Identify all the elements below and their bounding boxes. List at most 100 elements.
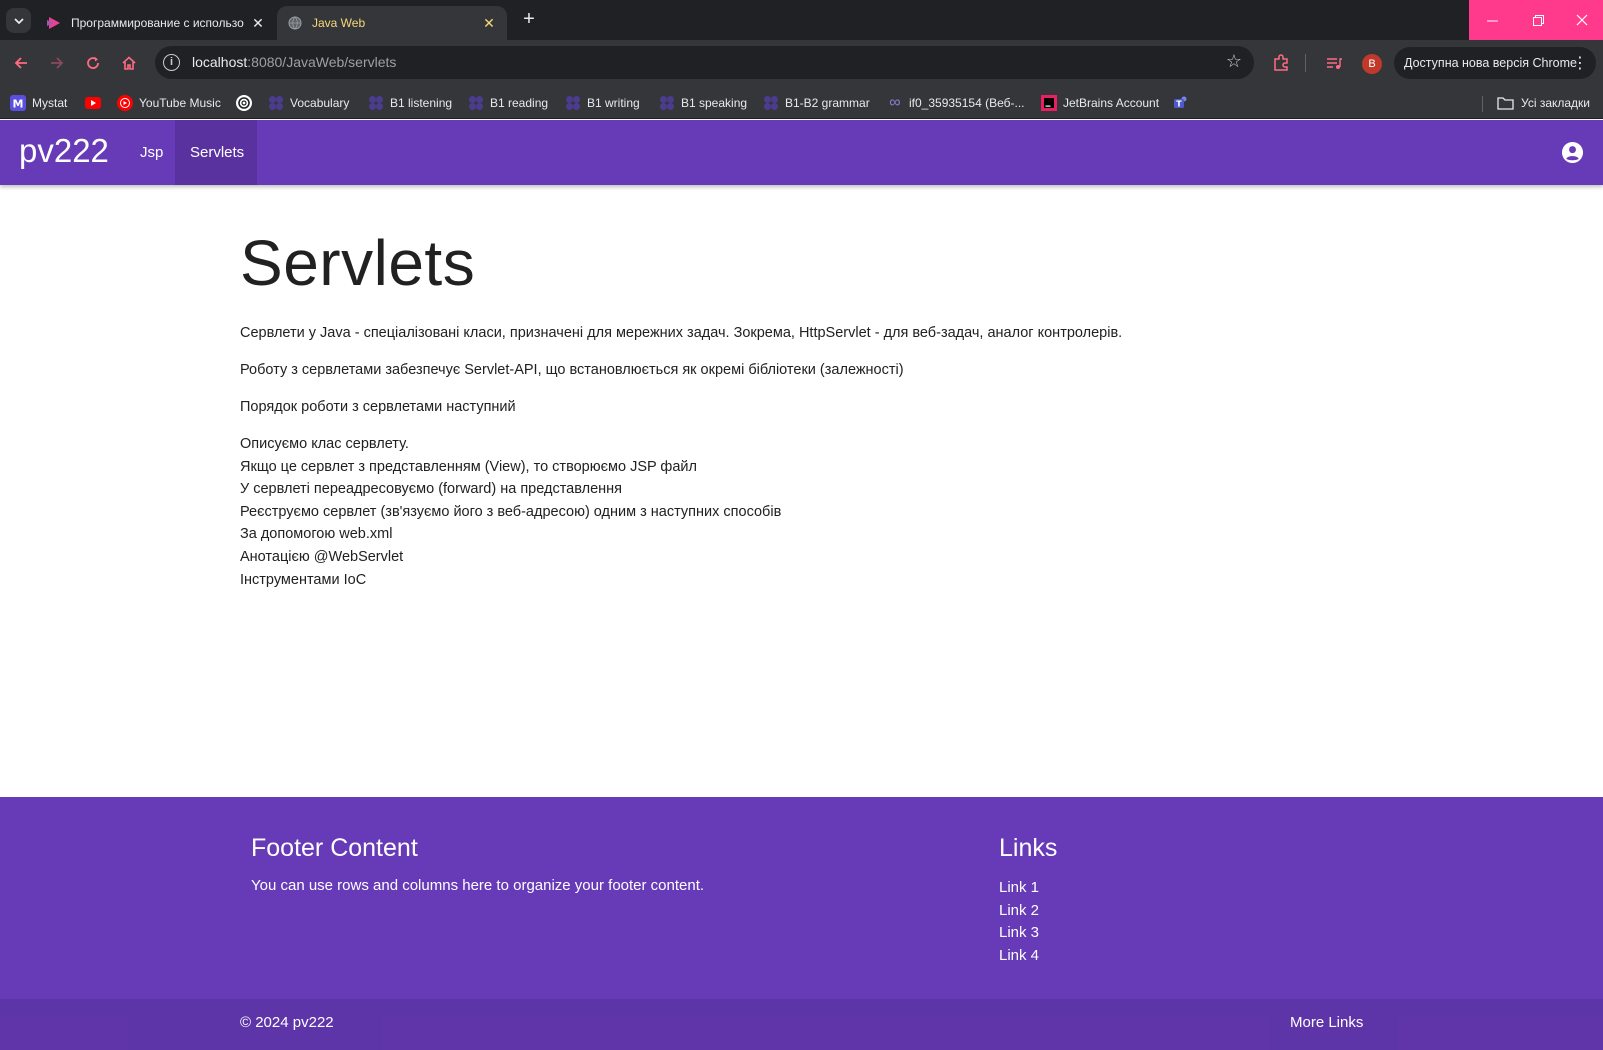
bookmark-item[interactable]: B1 reading <box>468 93 548 113</box>
home-button[interactable] <box>117 51 141 75</box>
back-button[interactable] <box>9 51 33 75</box>
close-icon <box>1576 14 1588 26</box>
teams-dots-icon <box>659 95 675 111</box>
bookmark-item[interactable]: B1-B2 grammar <box>763 93 870 113</box>
site-brand[interactable]: pv222 <box>19 132 109 170</box>
bookmark-label: Mystat <box>32 96 68 110</box>
step-item: Якщо це сервлет з представленням (View),… <box>240 458 697 475</box>
teams-dots-icon <box>468 95 484 111</box>
site-info-icon[interactable]: i <box>163 54 180 71</box>
bookmark-label: YouTube Music <box>139 96 221 110</box>
teams-dots-icon <box>368 95 384 111</box>
bookmark-item[interactable]: B1 speaking <box>659 93 747 113</box>
bookmark-item[interactable]: M Mystat <box>10 93 67 113</box>
media-button[interactable] <box>1323 52 1345 74</box>
bookmark-label: JetBrains Account <box>1063 96 1160 110</box>
steps-list: Описуємо клас сервлету. Якщо це сервлет … <box>240 433 1340 591</box>
bookmark-item[interactable]: B1 writing <box>565 93 640 113</box>
bookmark-star-icon[interactable]: ☆ <box>1226 51 1242 72</box>
footer-content-title: Footer Content <box>251 834 418 862</box>
workflow-paragraph: Порядок роботи з сервлетами наступний <box>240 399 516 415</box>
close-icon[interactable]: ✕ <box>481 15 497 31</box>
youtube-music-icon <box>117 95 133 111</box>
all-bookmarks-button[interactable]: Усі закладки <box>1497 93 1590 113</box>
bookmark-item[interactable]: B1 listening <box>368 93 452 113</box>
new-tab-button[interactable]: + <box>515 8 543 32</box>
bookmark-item[interactable] <box>85 93 107 113</box>
bookmark-item[interactable]: JetBrains Account <box>1041 93 1159 113</box>
media-queue-icon <box>1327 58 1342 69</box>
bookmark-label: Vocabulary <box>290 96 350 110</box>
arrow-left-icon <box>14 57 27 69</box>
bookmark-item[interactable]: ∞ if0_35935154 (Веб-... <box>887 93 1024 113</box>
minimize-button[interactable] <box>1469 0 1515 40</box>
youtube-icon <box>85 95 101 111</box>
restore-button[interactable] <box>1515 0 1561 40</box>
arrow-right-icon <box>51 57 64 69</box>
footer-links-title: Links <box>999 834 1058 862</box>
step-item: Описуємо клас сервлету. <box>240 436 409 452</box>
site-navbar: pv222 Jsp Servlets <box>0 120 1603 185</box>
footer-link[interactable]: Link 1 <box>999 877 1039 900</box>
browser-tabstrip: Программирование с использо ✕ Java Web ✕… <box>0 0 1603 40</box>
more-vert-icon[interactable]: ⋮ <box>1572 53 1588 73</box>
teams-dots-icon <box>565 95 581 111</box>
nav-link-servlets[interactable]: Servlets <box>175 120 257 185</box>
toolbar-divider <box>1305 54 1306 72</box>
footer-copyright-bar: © 2024 pv222 More Links <box>0 999 1603 1050</box>
intro-paragraph: Сервлети у Java - спеціалізовані класи, … <box>240 325 1123 341</box>
step-item: Реєструємо сервлет (зв'язуємо його з веб… <box>240 503 782 520</box>
update-label: Доступна нова версія Chrome <box>1404 56 1577 70</box>
close-window-button[interactable] <box>1561 0 1603 40</box>
page-title: Servlets <box>240 227 476 299</box>
step-item: Анотацією @WebServlet <box>240 548 404 565</box>
bookmark-item[interactable]: Vocabulary <box>268 93 349 113</box>
forward-button[interactable] <box>45 51 69 75</box>
globe-icon <box>287 15 303 31</box>
address-url[interactable]: localhost:8080/JavaWeb/servlets <box>192 54 396 70</box>
url-host: localhost <box>192 54 248 70</box>
url-path: :8080/JavaWeb/servlets <box>247 54 397 70</box>
footer-link[interactable]: Link 2 <box>999 900 1039 923</box>
profile-avatar[interactable]: B <box>1362 54 1382 74</box>
browser-tab-active[interactable]: Java Web ✕ <box>277 6 507 40</box>
account-circle-icon[interactable] <box>1561 141 1584 164</box>
reload-button[interactable] <box>81 51 105 75</box>
close-icon[interactable]: ✕ <box>250 15 266 31</box>
more-links-link[interactable]: More Links <box>1290 1014 1363 1031</box>
restore-icon <box>1532 14 1544 26</box>
svg-text:T: T <box>1176 100 1182 109</box>
chevron-down-icon <box>13 17 24 24</box>
bookmarks-bar: M Mystat YouTube Music Vocabulary B1 lis… <box>0 87 1603 119</box>
bookmark-item[interactable]: YouTube Music <box>117 93 221 113</box>
bookmark-item[interactable] <box>236 93 258 113</box>
bookmark-label: B1 reading <box>490 96 549 110</box>
home-icon <box>122 56 136 70</box>
bookmark-label: B1 speaking <box>681 96 748 110</box>
main-content: Servlets Сервлети у Java - спеціалізован… <box>240 226 1340 591</box>
reload-icon <box>87 57 99 69</box>
servlet-api-paragraph: Роботу з сервлетами забезпечує Servlet-A… <box>240 362 904 378</box>
footer-link[interactable]: Link 3 <box>999 922 1039 945</box>
footer-content-text: You can use rows and columns here to org… <box>251 877 705 894</box>
browser-tab[interactable]: Программирование с использо ✕ <box>36 6 276 40</box>
step-item: У сервлеті переадресовуємо (forward) на … <box>240 481 623 498</box>
folder-icon <box>1497 97 1514 110</box>
tab-title: Программирование с использо <box>71 16 244 30</box>
bookmark-label: B1 writing <box>587 96 640 110</box>
tab-title: Java Web <box>312 16 366 30</box>
chrome-update-button[interactable]: Доступна нова версія Chrome ⋮ <box>1394 47 1596 79</box>
browser-toolbar: i localhost:8080/JavaWeb/servlets ☆ B До… <box>0 40 1603 87</box>
extensions-button[interactable] <box>1270 52 1292 74</box>
teams-icon: T <box>1173 95 1189 111</box>
jetbrains-icon <box>1041 95 1057 111</box>
nav-link-jsp[interactable]: Jsp <box>125 120 178 185</box>
footer-link[interactable]: Link 4 <box>999 945 1039 968</box>
address-bar[interactable]: i localhost:8080/JavaWeb/servlets ☆ <box>155 46 1254 79</box>
tab-search-button[interactable] <box>6 8 31 33</box>
infinity-icon: ∞ <box>889 94 901 111</box>
bookmark-item[interactable]: T <box>1173 93 1195 113</box>
teams-dots-icon <box>763 95 779 111</box>
studio-play-icon <box>46 15 62 31</box>
copyright-text: © 2024 pv222 <box>240 1014 334 1031</box>
